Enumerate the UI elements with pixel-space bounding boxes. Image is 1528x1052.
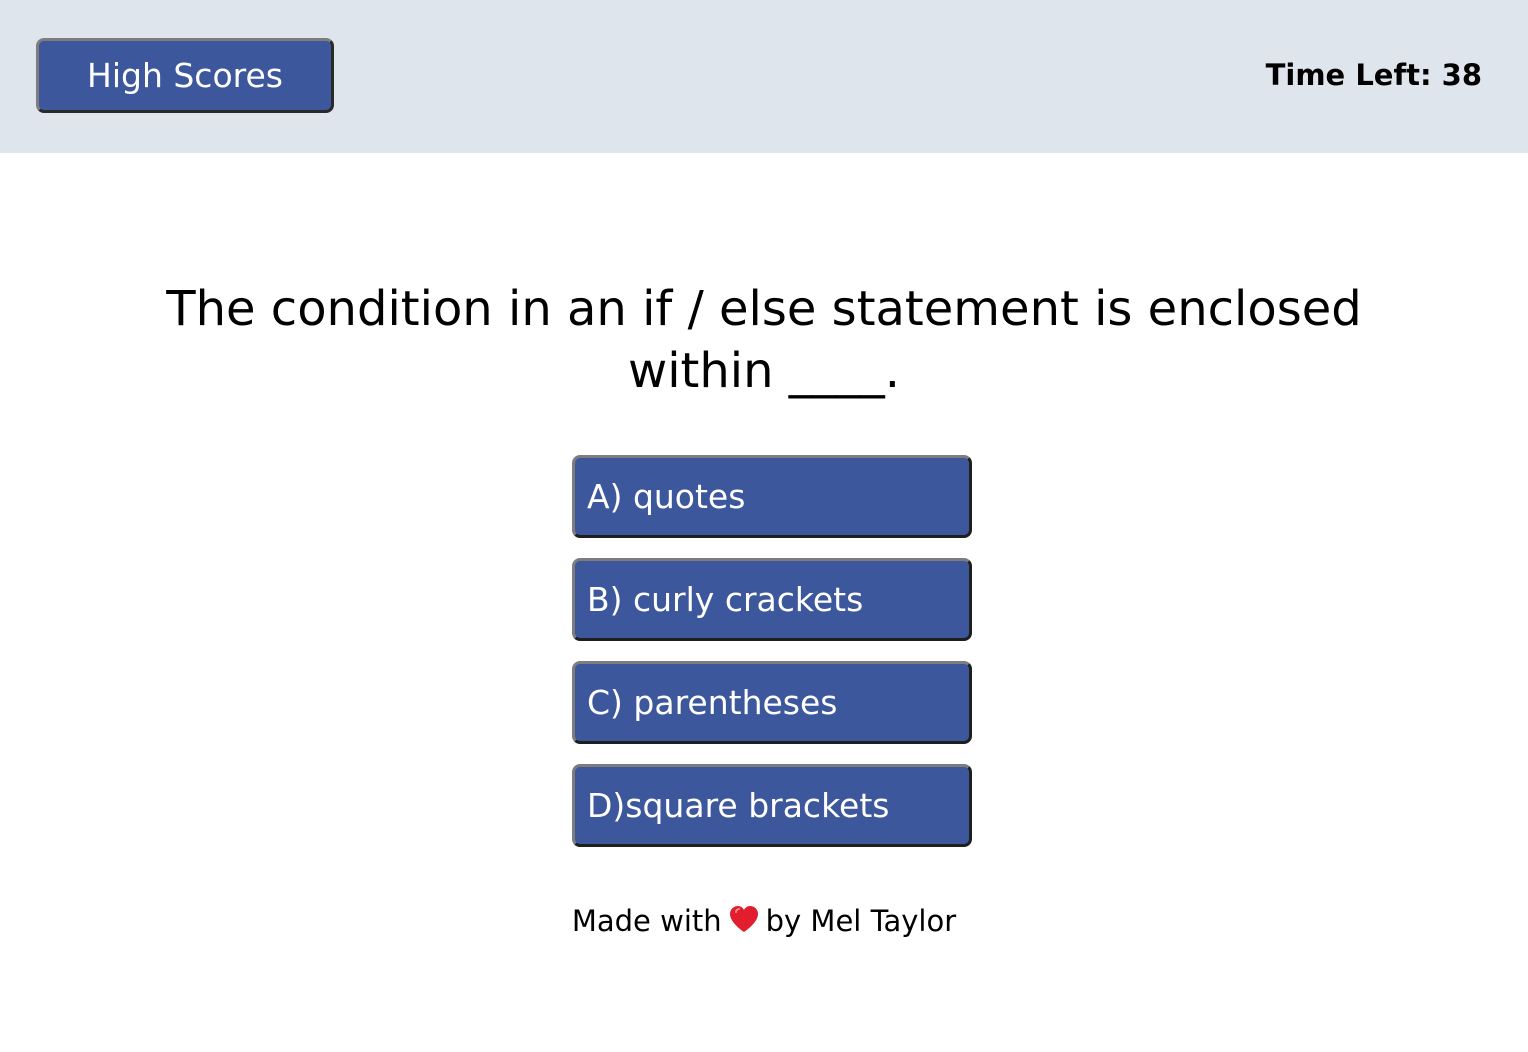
answer-button-b[interactable]: B) curly crackets (572, 558, 972, 641)
time-left-timer: Time Left: 38 (1265, 58, 1482, 92)
high-scores-button[interactable]: High Scores (36, 38, 334, 113)
question-text: The condition in an if / else statement … (166, 281, 1362, 399)
top-bar: High Scores Time Left: 38 (0, 0, 1528, 153)
footer-credit: Made with by Mel Taylor (0, 898, 1528, 944)
heart-icon (729, 906, 758, 932)
footer-prefix: Made with (571, 904, 722, 938)
answer-list: A) quotes B) curly crackets C) parenthes… (572, 455, 972, 867)
answer-button-a[interactable]: A) quotes (572, 455, 972, 538)
answer-button-c[interactable]: C) parentheses (572, 661, 972, 744)
footer-suffix: by Mel Taylor (765, 904, 957, 938)
answer-button-d[interactable]: D)square brackets (572, 764, 972, 847)
